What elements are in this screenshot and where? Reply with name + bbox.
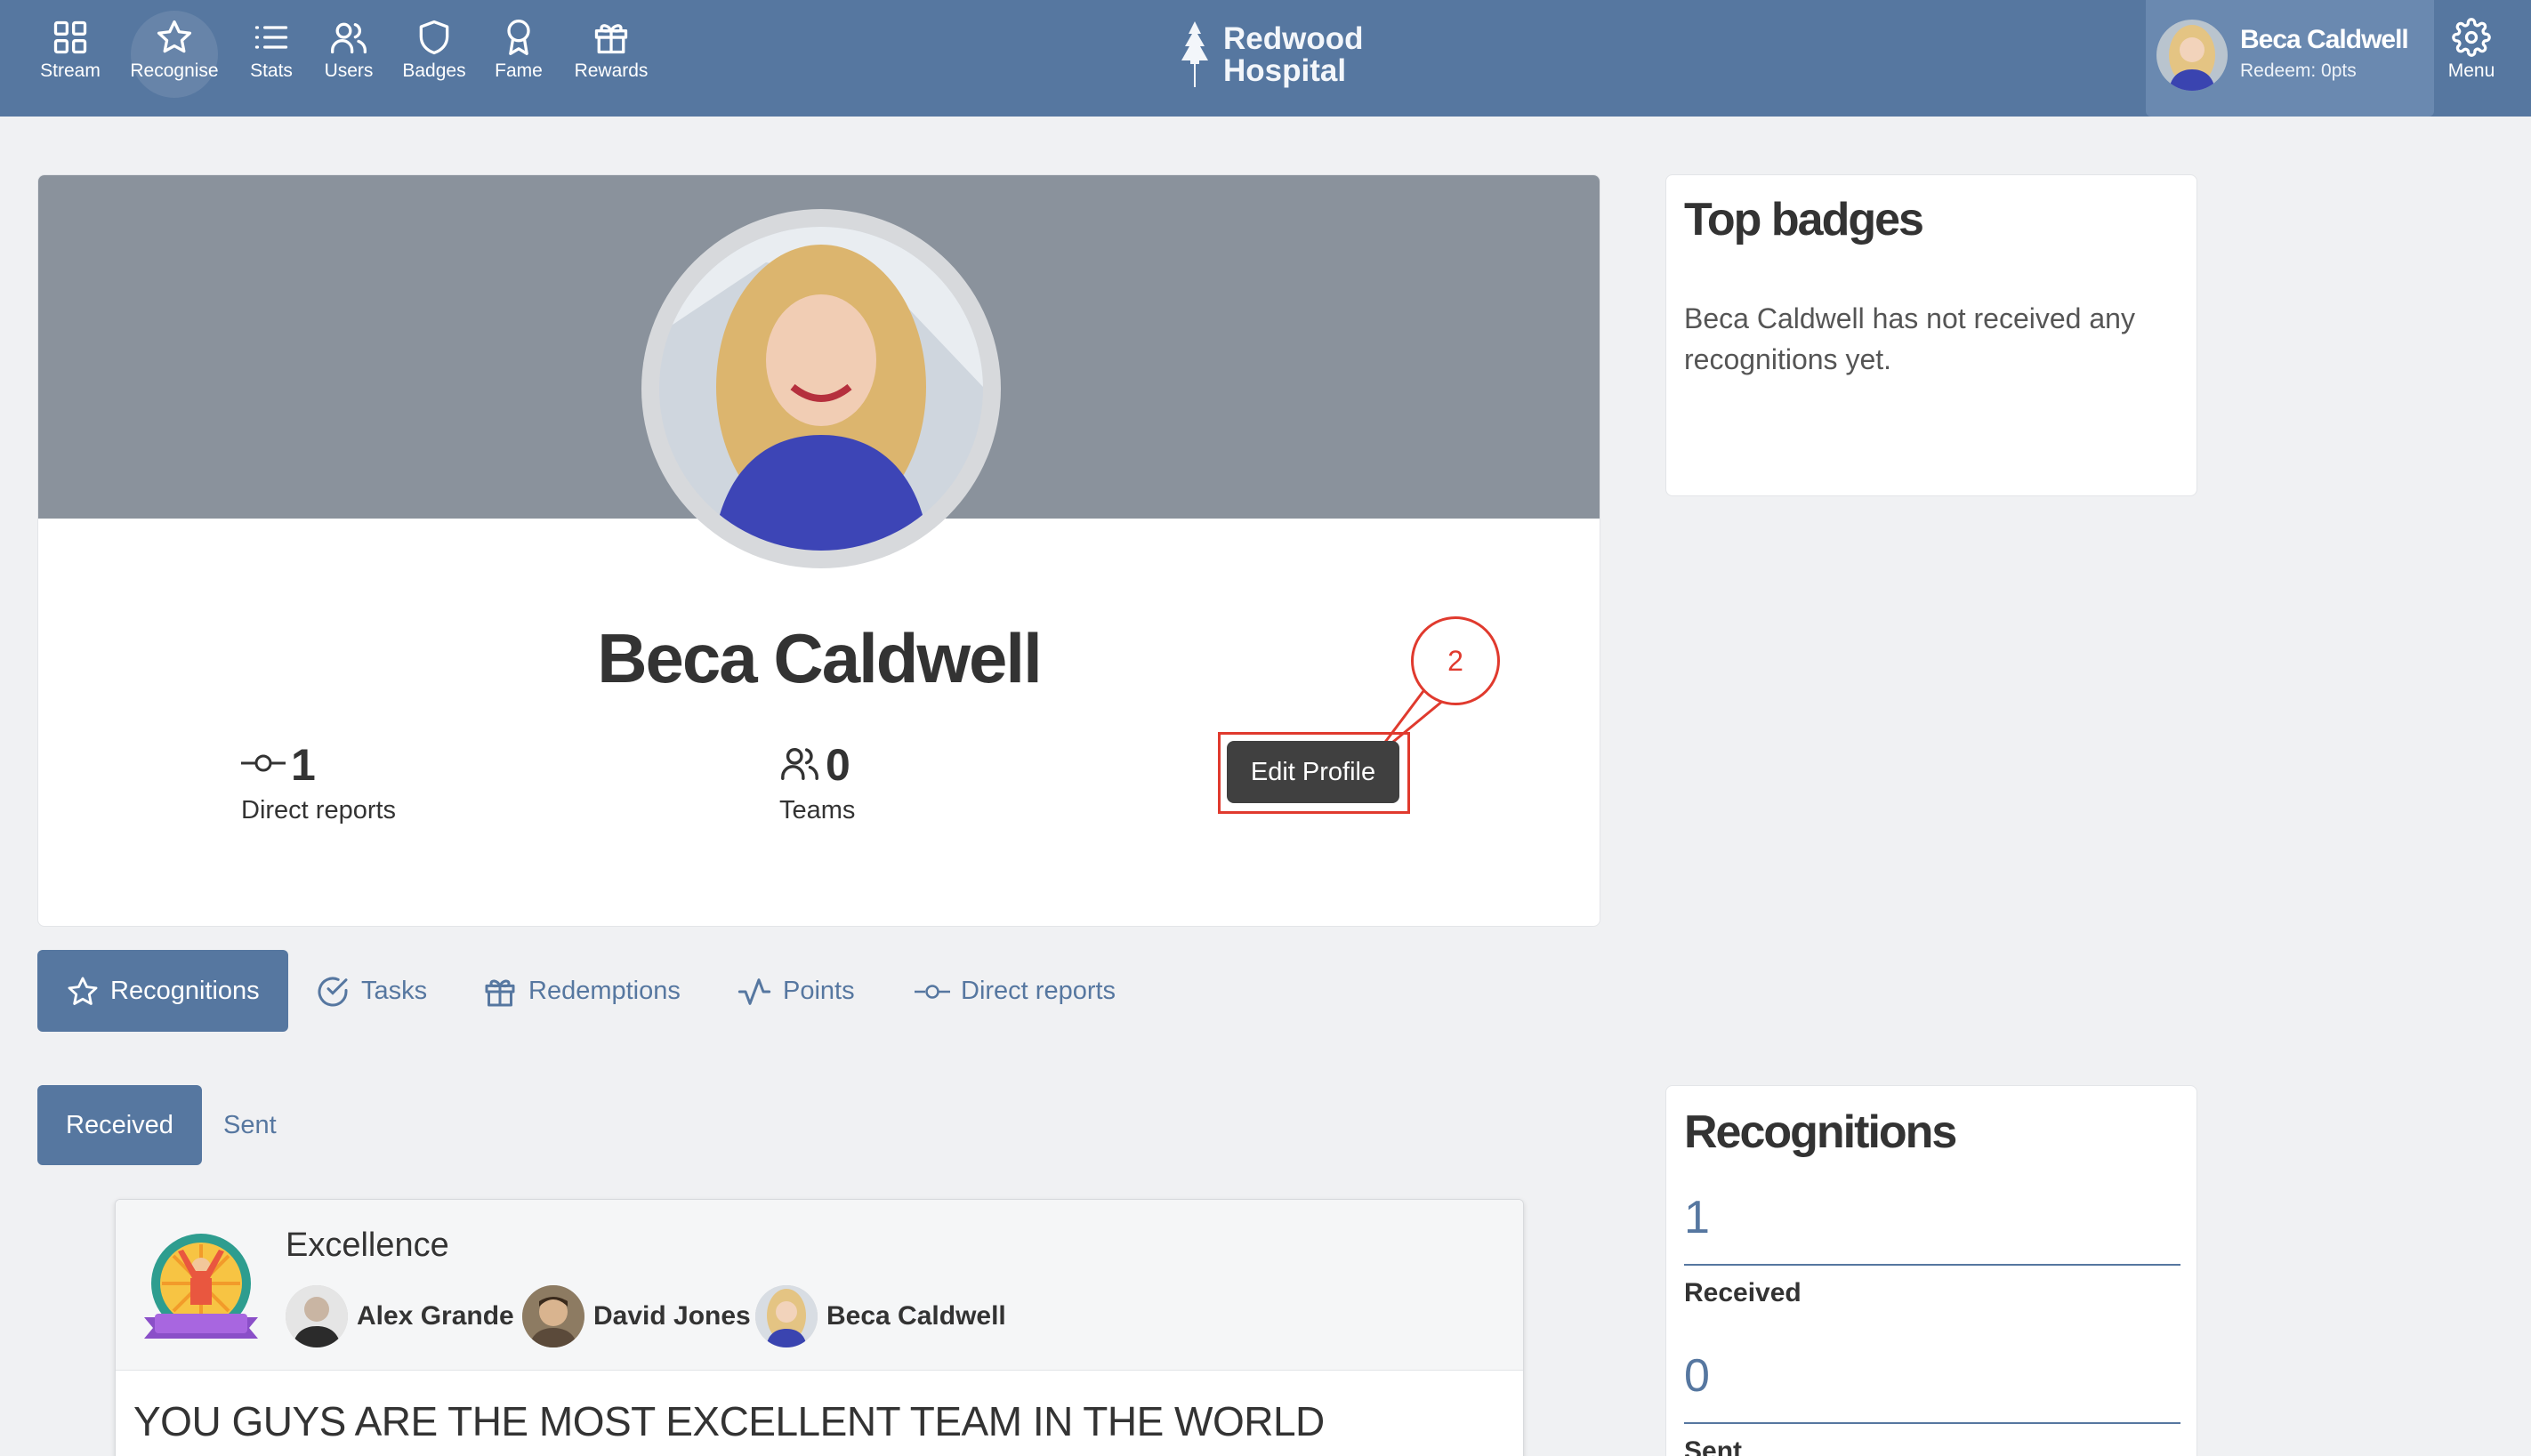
received-label: Received [1684,1278,1802,1307]
top-badges-title: Top badges [1684,194,1924,245]
gear-icon [2452,18,2491,57]
profile-card: Beca Caldwell 1 Direct reports 0 Teams E… [37,174,1600,927]
brand-name: Redwood Hospital [1223,21,1364,88]
users-icon [779,743,820,788]
nav-label: Rewards [574,60,649,81]
divider [1684,1422,2180,1424]
teams-label: Teams [779,796,856,825]
nav-label: Users [324,60,374,81]
user-name: Beca Caldwell [2240,25,2409,54]
award-icon [507,20,530,55]
recognition-header: Excellence Alex Grande David Jones Beca … [116,1200,1523,1371]
recognition-message: YOU GUYS ARE THE MOST EXCELLENT TEAM IN … [133,1398,1325,1444]
profile-avatar [641,209,1001,568]
direct-reports-label: Direct reports [241,796,397,825]
top-navigation-bar: Stream Recognise Stats Users Badges Fame… [0,0,2531,117]
avatar [522,1285,584,1347]
teams-count: 0 [826,740,850,790]
person-name: Alex Grande [357,1301,514,1331]
star-icon [68,977,98,1006]
person-name: David Jones [593,1301,751,1331]
nav-users[interactable]: Users [300,12,398,101]
subtab-received[interactable]: Received [37,1085,202,1165]
commit-icon [241,750,286,781]
gift-icon [485,979,515,1007]
nav-fame[interactable]: Fame [470,12,568,101]
top-badges-empty-text: Beca Caldwell has not received any recog… [1684,302,2135,375]
commit-icon [915,985,950,1000]
active-indicator [131,11,218,98]
badge-title: Excellence [286,1227,449,1264]
avatar [755,1285,818,1347]
gift-icon [594,24,628,54]
check-circle-icon [318,977,348,1007]
tab-redemptions[interactable]: Redemptions [482,950,681,1032]
avatar [2156,20,2228,91]
tab-tasks[interactable]: Tasks [315,950,427,1032]
direct-reports-count: 1 [291,740,316,790]
recognitions-summary-title: Recognitions [1684,1106,1957,1158]
nav-badges[interactable]: Badges [385,12,483,101]
teams-stat[interactable]: 0 Teams [779,739,855,825]
menu-label: Menu [2447,60,2495,81]
menu-button[interactable]: Menu [2434,12,2509,82]
tree-icon [1181,21,1208,87]
person-name: Beca Caldwell [826,1301,1006,1331]
subtab-sent[interactable]: Sent [223,1085,277,1165]
divider [1684,1264,2180,1266]
nav-label: Badges [402,60,466,81]
activity-icon [738,978,771,1006]
nav-stream[interactable]: Stream [21,12,119,101]
grid-icon [53,20,87,54]
tab-direct-reports[interactable]: Direct reports [915,950,1116,1032]
tab-label: Tasks [361,977,428,1005]
shield-icon [419,20,449,55]
tab-points[interactable]: Points [737,950,855,1032]
user-profile-chip[interactable]: Beca Caldwell Redeem: 0pts [2146,0,2434,117]
nav-label: Stream [40,60,101,81]
nav-rewards[interactable]: Rewards [562,12,660,101]
tab-label: Direct reports [961,977,1116,1005]
edit-profile-button[interactable]: Edit Profile [1227,741,1399,803]
tab-label: Recognitions [110,977,260,1005]
recognition-card[interactable]: Excellence Alex Grande David Jones Beca … [115,1199,1524,1456]
received-count[interactable]: 1 [1684,1191,1710,1244]
tab-recognitions[interactable]: Recognitions [37,950,288,1032]
users-icon [331,22,367,54]
list-icon [254,26,288,49]
user-points: Redeem: 0pts [2240,60,2357,81]
excellence-badge-icon [144,1234,258,1339]
avatar [286,1285,348,1347]
tab-label: Redemptions [528,977,681,1005]
step-callout: 2 [1411,616,1500,705]
tab-label: Points [783,977,855,1005]
sent-count[interactable]: 0 [1684,1349,1710,1403]
top-badges-card: Top badges Beca Caldwell has not receive… [1665,174,2197,496]
sent-label: Sent [1684,1436,1743,1456]
direct-reports-stat[interactable]: 1 Direct reports [241,739,396,825]
nav-label: Fame [495,60,543,81]
nav-label: Stats [250,60,293,81]
nav-recognise[interactable]: Recognise [125,11,223,101]
recognitions-summary-card: Recognitions 1 Received 0 Sent [1665,1085,2197,1456]
